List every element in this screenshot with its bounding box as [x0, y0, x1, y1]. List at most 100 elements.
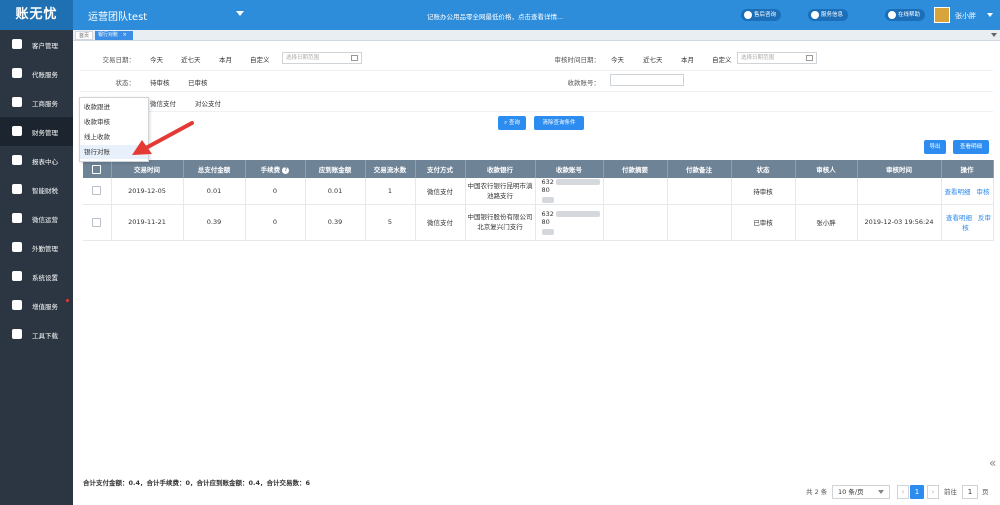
sidebar-item-label: 工具下载	[32, 332, 58, 340]
app-logo[interactable]: 账无忧	[0, 0, 73, 30]
export-button[interactable]: 导出	[924, 140, 946, 154]
sidebar-item-business[interactable]: 工商服务	[0, 88, 73, 117]
reconciliation-table: 交易时间 总支付金额 手续费 ? 应到账金额 交易流水数 支付方式 收款银行 收…	[83, 160, 994, 241]
audit-date-7days[interactable]: 近七天	[643, 54, 663, 64]
col-trade-time[interactable]: 交易时间	[111, 160, 184, 178]
row-checkbox[interactable]	[83, 204, 112, 241]
account-prefix: 632	[541, 178, 554, 187]
ledger-icon	[12, 126, 22, 136]
audit-date-custom[interactable]: 自定义	[712, 54, 732, 64]
sidebar-item-smart-tax[interactable]: 智能财税	[0, 175, 73, 204]
view-detail-button[interactable]: 查看明细	[953, 140, 989, 154]
col-trade-count[interactable]: 交易流水数	[365, 160, 416, 178]
chevron-down-icon[interactable]	[991, 33, 997, 37]
sidebar-item-tools[interactable]: 工具下载	[0, 320, 73, 349]
cell-date: 2019-12-05	[111, 178, 184, 205]
sidebar: 客户管理 代账服务 工商服务 财务管理 报表中心 智能财税 微信运营 外勤管理 …	[0, 30, 73, 505]
tab-home[interactable]: 首页	[75, 31, 94, 40]
sidebar-item-label: 客户管理	[32, 42, 58, 50]
clear-filters-button[interactable]: 清除查询条件	[534, 116, 584, 130]
audit-date-today[interactable]: 今天	[611, 54, 624, 64]
cell-count: 5	[365, 204, 416, 241]
pay-type-wechat[interactable]: 微信支付	[150, 98, 176, 108]
trade-date-today[interactable]: 今天	[150, 54, 163, 64]
after-sales-button[interactable]: 售后咨询	[741, 9, 782, 21]
select-all-checkbox[interactable]	[83, 160, 112, 178]
trade-date-7days[interactable]: 近七天	[181, 54, 201, 64]
notice-link[interactable]: 记账办公用品零全网最低价格，点击查看详情...	[427, 11, 563, 21]
goto-page-input[interactable]: 1	[962, 485, 978, 499]
info-icon[interactable]: ?	[282, 166, 290, 174]
collapse-double-chevron-icon[interactable]: «	[989, 456, 996, 470]
money-bag-icon	[12, 184, 22, 194]
view-detail-link[interactable]: 查看明细	[945, 188, 971, 196]
filter-row-dates: 交易日期： 今天 近七天 本月 自定义 选择日期范围 审核时间日期： 今天 近七…	[80, 46, 993, 71]
col-fee-label: 手续费	[260, 166, 281, 174]
col-bank[interactable]: 收款银行	[465, 160, 536, 178]
info-icon	[811, 11, 819, 19]
next-page-button[interactable]: ›	[927, 485, 939, 499]
service-info-button[interactable]: 服务信息	[808, 9, 849, 21]
online-help-button[interactable]: 在线帮助	[885, 9, 926, 21]
tab-bank-reconciliation[interactable]: 银行对账 ×	[95, 31, 133, 40]
status-approved[interactable]: 已审核	[188, 77, 208, 87]
calendar-icon	[351, 55, 358, 61]
sidebar-item-settings[interactable]: 系统设置	[0, 262, 73, 291]
user-menu-chevron-icon[interactable]	[987, 13, 993, 17]
account-input[interactable]	[610, 74, 684, 86]
audit-date-range-input[interactable]: 选择日期范围	[737, 52, 817, 64]
col-due-amount[interactable]: 应到账金额	[305, 160, 366, 178]
col-summary[interactable]: 付款摘要	[603, 160, 668, 178]
chevron-down-icon[interactable]	[236, 11, 244, 16]
prev-page-button[interactable]: ‹	[897, 485, 909, 499]
sidebar-item-finance[interactable]: 财务管理	[0, 117, 73, 146]
sidebar-item-field[interactable]: 外勤管理	[0, 233, 73, 262]
cell-audit-time	[857, 178, 942, 205]
col-pay-type[interactable]: 支付方式	[415, 160, 466, 178]
pay-type-corporate[interactable]: 对公支付	[195, 98, 221, 108]
menu-item-collection-followup[interactable]: 收款跟进	[80, 100, 148, 114]
sidebar-item-value-added[interactable]: 增值服务	[0, 291, 73, 320]
col-remark[interactable]: 付款备注	[667, 160, 732, 178]
date-placeholder: 选择日期范围	[286, 55, 320, 61]
trade-date-custom[interactable]: 自定义	[250, 54, 270, 64]
after-sales-label: 售后咨询	[754, 12, 777, 18]
cell-total: 0.39	[183, 204, 246, 241]
row-checkbox[interactable]	[83, 178, 112, 205]
query-button[interactable]: ⌕ 查询	[498, 116, 526, 130]
col-account[interactable]: 收款账号	[535, 160, 604, 178]
view-detail-link[interactable]: 查看明细	[946, 214, 972, 222]
col-actions: 操作	[941, 160, 994, 178]
masked-digits	[555, 179, 600, 186]
sidebar-item-bookkeeping[interactable]: 代账服务	[0, 59, 73, 88]
cell-total: 0.01	[183, 178, 246, 205]
col-status[interactable]: 状态	[731, 160, 796, 178]
sidebar-item-reports[interactable]: 报表中心	[0, 146, 73, 175]
cell-actions: 查看明细 反审核	[941, 204, 994, 241]
col-fee[interactable]: 手续费 ?	[245, 160, 306, 178]
sidebar-item-wechat[interactable]: 微信运营	[0, 204, 73, 233]
trade-date-label: 交易日期：	[102, 56, 136, 64]
cell-summary	[603, 178, 668, 205]
audit-link[interactable]: 审核	[977, 188, 990, 196]
filter-row-paytype: 微信支付 对公支付	[80, 92, 993, 112]
col-auditor[interactable]: 审核人	[795, 160, 858, 178]
tab-strip: 首页 银行对账 ×	[73, 30, 1000, 41]
close-icon[interactable]: ×	[123, 32, 127, 38]
cell-fee: 0	[245, 178, 306, 205]
page-size-select[interactable]: 10 条/页	[832, 485, 890, 499]
sidebar-item-customers[interactable]: 客户管理	[0, 30, 73, 59]
search-icon: ⌕	[504, 120, 508, 126]
user-name[interactable]: 张小胖	[955, 11, 976, 21]
avatar[interactable]	[934, 7, 950, 23]
status-pending[interactable]: 待审核	[150, 77, 170, 87]
trade-date-range-input[interactable]: 选择日期范围	[282, 52, 362, 64]
gear-icon	[12, 271, 22, 281]
team-selector[interactable]: 运营团队test	[88, 8, 147, 23]
col-audit-time[interactable]: 审核时间	[857, 160, 942, 178]
cell-summary	[603, 204, 668, 241]
col-total-amount[interactable]: 总支付金额	[183, 160, 246, 178]
audit-date-month[interactable]: 本月	[681, 54, 694, 64]
trade-date-month[interactable]: 本月	[219, 54, 232, 64]
page-1-button[interactable]: 1	[910, 485, 924, 499]
